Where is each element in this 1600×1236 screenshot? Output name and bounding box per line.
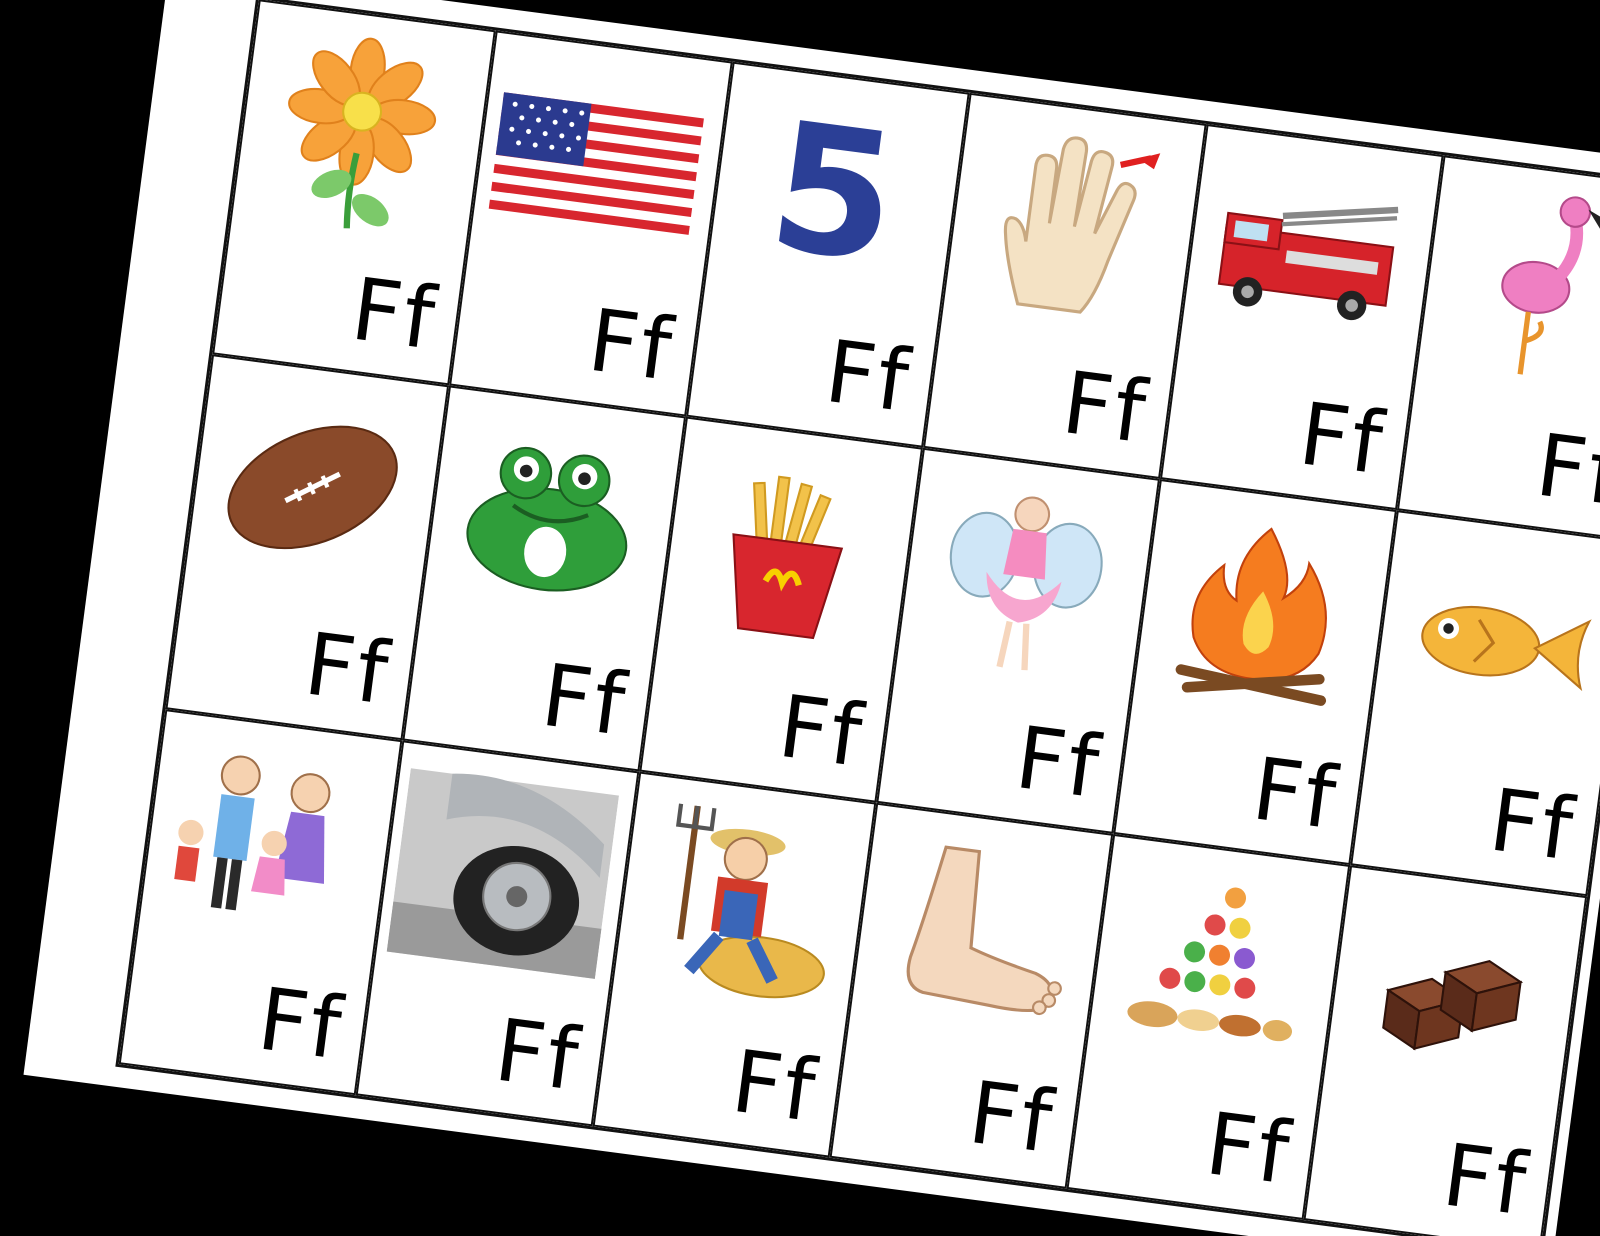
letter-label: Ff	[252, 969, 349, 1080]
letter-label: Ff	[1247, 739, 1344, 850]
letter-label: Ff	[726, 1031, 823, 1142]
fire-truck-icon	[1189, 139, 1425, 375]
worksheet-sheet: Ff Ff 5 Ff Ff Ff Ff Ff Ff Ff Ff Ff Ff Ff…	[23, 0, 1600, 1236]
card-flat-tire: Ff	[355, 740, 640, 1127]
card-frog: Ff	[402, 385, 687, 772]
card-finger: Ff	[923, 92, 1207, 479]
flat-tire-icon	[385, 756, 621, 992]
letter-label: Ff	[536, 645, 633, 756]
card-food-pyramid: Ff	[1066, 833, 1351, 1221]
football-icon	[195, 370, 431, 606]
card-five: 5 Ff	[686, 61, 970, 448]
family-icon	[148, 725, 384, 961]
card-flower: Ff	[212, 0, 496, 386]
farmer-icon	[622, 787, 858, 1023]
card-fire: Ff	[1113, 478, 1397, 866]
fish-icon	[1380, 526, 1600, 762]
letter-label: Ff	[819, 321, 916, 432]
fries-icon	[669, 432, 905, 668]
flamingo-icon	[1426, 171, 1600, 407]
card-farmer: Ff	[592, 771, 877, 1158]
number-five-glyph: 5	[759, 83, 908, 303]
letter-label: Ff	[299, 614, 396, 725]
card-foot: Ff	[829, 802, 1114, 1189]
card-fire-truck: Ff	[1159, 124, 1444, 511]
fudge-icon	[1333, 881, 1569, 1117]
card-flag: Ff	[449, 30, 733, 417]
card-fudge: Ff	[1303, 865, 1588, 1236]
flag-icon	[478, 46, 714, 282]
fairy-icon	[906, 463, 1142, 699]
finger-icon	[952, 108, 1188, 344]
flashcard-grid: Ff Ff 5 Ff Ff Ff Ff Ff Ff Ff Ff Ff Ff Ff…	[115, 0, 1600, 1236]
card-fries: Ff	[639, 416, 924, 803]
flower-icon	[242, 15, 478, 251]
letter-label: Ff	[963, 1062, 1060, 1174]
food-pyramid-icon	[1096, 849, 1332, 1085]
letter-label: Ff	[489, 1000, 586, 1111]
letter-label: Ff	[1010, 708, 1107, 819]
fire-icon	[1143, 494, 1379, 730]
foot-icon	[859, 818, 1095, 1054]
photo-stage: Ff Ff 5 Ff Ff Ff Ff Ff Ff Ff Ff Ff Ff Ff…	[0, 0, 1600, 1236]
letter-label: Ff	[1437, 1125, 1534, 1236]
frog-icon	[432, 401, 668, 637]
letter-label: Ff	[1200, 1094, 1297, 1205]
number-five-icon: 5	[715, 77, 951, 313]
card-fairy: Ff	[876, 447, 1160, 834]
letter-label: Ff	[345, 259, 443, 370]
letter-label: Ff	[1293, 384, 1390, 495]
letter-label: Ff	[1530, 415, 1600, 526]
card-football: Ff	[165, 354, 450, 741]
letter-label: Ff	[773, 676, 870, 787]
card-family: Ff	[118, 709, 403, 1096]
letter-label: Ff	[1056, 353, 1153, 464]
letter-label: Ff	[582, 290, 680, 401]
letter-label: Ff	[1484, 770, 1581, 881]
